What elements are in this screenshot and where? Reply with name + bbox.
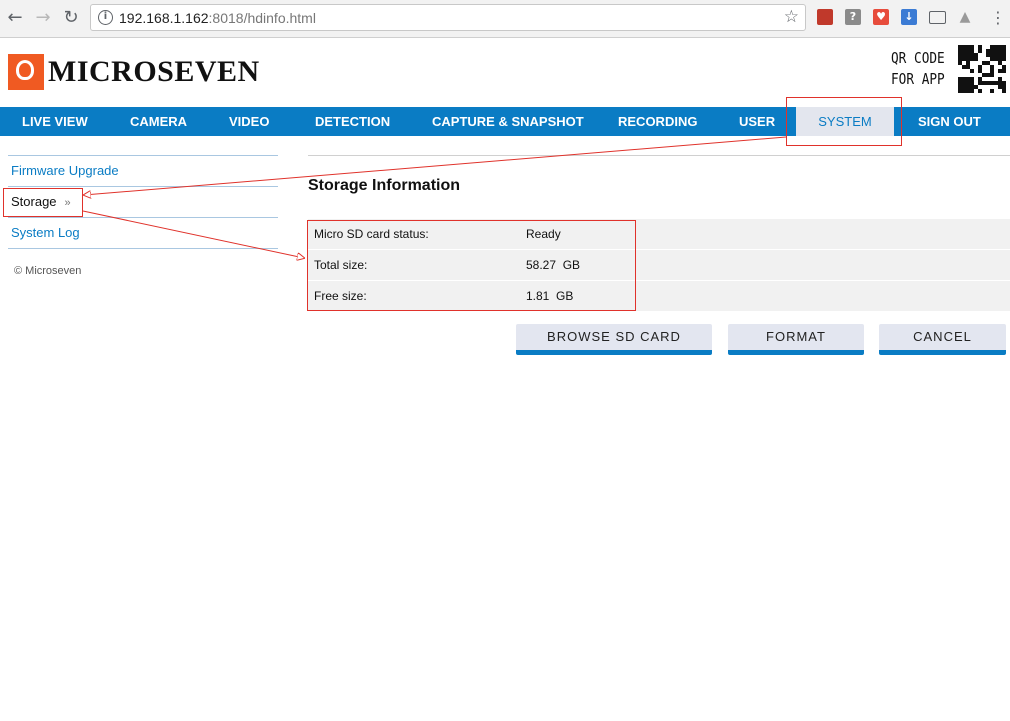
annotation-arrow-system-to-storage bbox=[84, 136, 787, 195]
annotation-arrows bbox=[0, 136, 787, 721]
annotation-arrow-storage-to-info bbox=[82, 210, 304, 258]
